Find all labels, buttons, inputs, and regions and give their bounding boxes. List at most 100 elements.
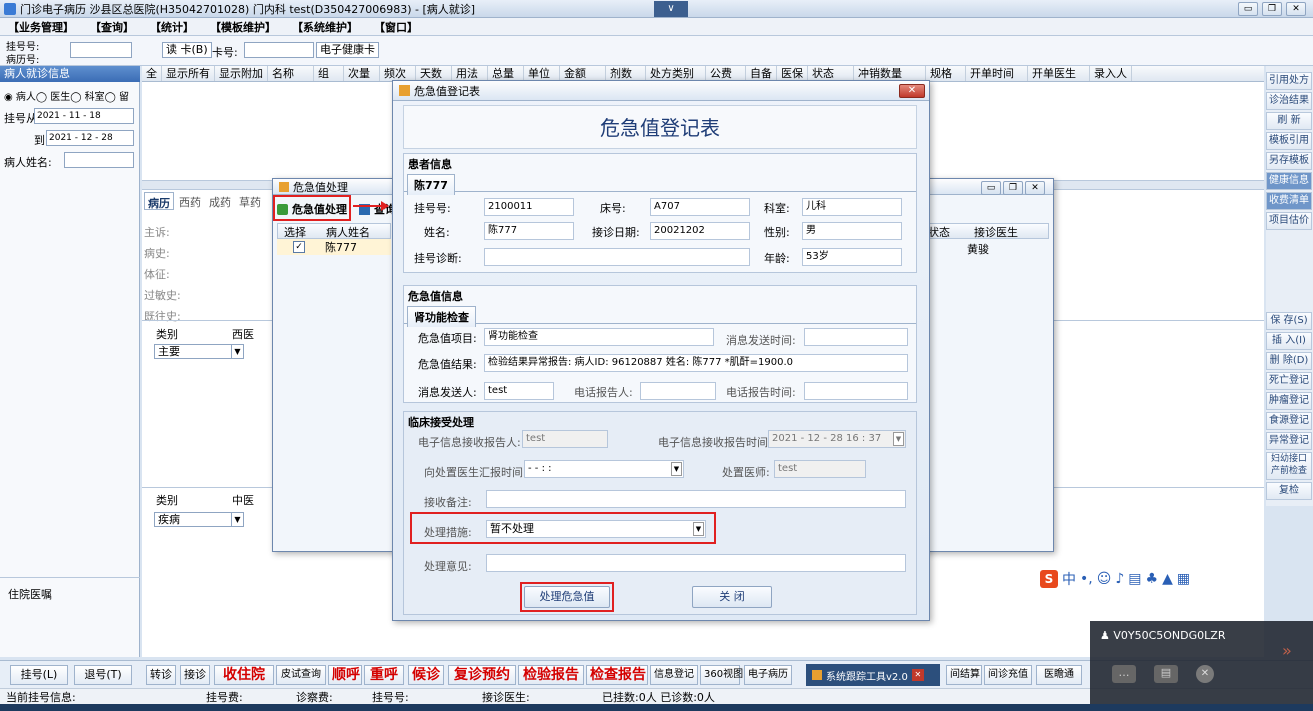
close-icon[interactable]: ✕: [899, 84, 925, 98]
skintest-button[interactable]: 皮试查询: [276, 665, 326, 685]
revisit-button[interactable]: 复诊预约: [448, 665, 516, 685]
phone-time-field[interactable]: [804, 382, 908, 400]
ime-toolbar[interactable]: S 中 •, ☺ ♪ ▤ ♣ ▲ ▦: [1040, 568, 1200, 590]
recv-time-field[interactable]: 2021 - 12 - 28 16 : 37 ▼: [768, 430, 906, 448]
col-all[interactable]: 全: [142, 66, 162, 81]
restore-button[interactable]: ❐: [1262, 2, 1282, 16]
minimize-button[interactable]: ▭: [1238, 2, 1258, 16]
save-button[interactable]: 保 存(S): [1266, 312, 1312, 330]
lab-report-button[interactable]: 检验报告: [518, 665, 584, 685]
close-button[interactable]: ✕: [1286, 2, 1306, 16]
exam-report-button[interactable]: 检查报告: [586, 665, 648, 685]
tcm-class-select[interactable]: 疾病 ▼: [154, 512, 244, 527]
diag-class-select[interactable]: 主要 ▼: [154, 344, 244, 359]
card-no-input[interactable]: [244, 42, 314, 58]
restore-button[interactable]: ❐: [1003, 181, 1023, 195]
diag-result-button[interactable]: 诊治结果: [1266, 92, 1312, 110]
patient-name-input[interactable]: [64, 152, 134, 168]
close-dialog-button[interactable]: 关 闭: [692, 586, 772, 608]
register-button[interactable]: 挂号(L): [10, 665, 68, 685]
row-checkbox[interactable]: ✓: [293, 241, 305, 253]
yizhan-button[interactable]: 医瞻通: [1036, 665, 1082, 685]
handle-doctor-field[interactable]: test: [774, 460, 866, 478]
menu-business[interactable]: 【业务管理】: [8, 19, 74, 35]
emoji-icon[interactable]: ☺: [1097, 571, 1112, 587]
reg-from-date[interactable]: 2021 - 11 - 18: [34, 108, 134, 124]
call-button[interactable]: 顺呼: [328, 665, 362, 685]
fee-list-button[interactable]: 收费清单: [1266, 192, 1312, 210]
close-icon[interactable]: ✕: [911, 669, 924, 681]
bed-field[interactable]: A707: [650, 198, 750, 216]
tools-icon[interactable]: ♣: [1146, 571, 1159, 587]
estimate-button[interactable]: 项目估价: [1266, 212, 1312, 230]
tab-patent[interactable]: 成药: [206, 192, 234, 210]
settle-button[interactable]: 间结算: [946, 665, 982, 685]
unregister-button[interactable]: 退号(T): [74, 665, 132, 685]
menu-stats[interactable]: 【统计】: [150, 19, 194, 35]
tab-western[interactable]: 西药: [176, 192, 204, 210]
grid-icon[interactable]: ▦: [1177, 571, 1190, 587]
menu-window[interactable]: 【窗口】: [374, 19, 418, 35]
process-grid-row[interactable]: ✓ 陈777: [277, 239, 391, 255]
close-icon[interactable]: ✕: [1196, 665, 1214, 683]
waiting-button[interactable]: 候诊: [408, 665, 444, 685]
health-info-button[interactable]: 健康信息: [1266, 172, 1312, 190]
recall-button[interactable]: 重呼: [364, 665, 404, 685]
chevron-right-icon[interactable]: »: [1282, 641, 1292, 660]
patient-tab[interactable]: 陈777: [407, 174, 455, 195]
sex-field[interactable]: 男: [802, 222, 902, 240]
opinion-field[interactable]: [486, 554, 906, 572]
reg-to-date[interactable]: 2021 - 12 - 28: [46, 130, 134, 146]
visit-date-field[interactable]: 20021202: [650, 222, 750, 240]
filter-radios[interactable]: ◉ 病人◯ 医生◯ 科室◯ 留: [4, 88, 129, 103]
insert-button[interactable]: 插 入(I): [1266, 332, 1312, 350]
menu-template[interactable]: 【模板维护】: [210, 19, 276, 35]
refresh-button[interactable]: 刷 新: [1266, 112, 1312, 130]
mic-icon[interactable]: ♪: [1115, 571, 1124, 587]
maternal-button[interactable]: 妇幼接口产前检查: [1266, 452, 1312, 480]
read-card-button[interactable]: 读 卡(B): [162, 42, 212, 58]
delete-button[interactable]: 删 除(D): [1266, 352, 1312, 370]
report-time-field[interactable]: - - : : ▼: [524, 460, 684, 478]
transfer-button[interactable]: 转诊: [146, 665, 176, 685]
reg-diag-field[interactable]: [484, 248, 750, 266]
punct-icon[interactable]: •,: [1080, 571, 1093, 587]
death-reg-button[interactable]: 死亡登记: [1266, 372, 1312, 390]
menu-query[interactable]: 【查询】: [90, 19, 134, 35]
template-cite-button[interactable]: 模板引用: [1266, 132, 1312, 150]
keyboard-icon[interactable]: ▤: [1128, 571, 1141, 587]
window-menu-chevron[interactable]: ∨: [654, 1, 688, 17]
dept-field[interactable]: 儿科: [802, 198, 902, 216]
tab-emr[interactable]: 病历: [144, 192, 174, 210]
ime-lang[interactable]: 中: [1062, 569, 1076, 589]
cite-rx-button[interactable]: 引用处方: [1266, 72, 1312, 90]
admit-button[interactable]: 收住院: [214, 665, 274, 685]
critical-tab[interactable]: 肾功能检查: [407, 306, 476, 327]
col-show-extra[interactable]: 显示附加: [215, 66, 268, 81]
food-reg-button[interactable]: 食源登记: [1266, 412, 1312, 430]
send-time-field[interactable]: [804, 328, 908, 346]
critical-item-field[interactable]: 肾功能检查: [484, 328, 714, 346]
phone-reporter-field[interactable]: [640, 382, 716, 400]
tumor-reg-button[interactable]: 肿瘤登记: [1266, 392, 1312, 410]
chat-icon[interactable]: …: [1112, 665, 1136, 683]
recharge-button[interactable]: 间诊充值: [984, 665, 1032, 685]
reg-no-input[interactable]: [70, 42, 132, 58]
health-card-button[interactable]: 电子健康卡: [316, 42, 379, 58]
col-show-all[interactable]: 显示所有: [162, 66, 215, 81]
sender-field[interactable]: test: [484, 382, 554, 400]
reg-no-field[interactable]: 2100011: [484, 198, 574, 216]
menu-system[interactable]: 【系统维护】: [292, 19, 358, 35]
tracker-tool[interactable]: 系统跟踪工具v2.0 ✕: [806, 664, 940, 686]
critical-result-field[interactable]: 检验结果异常报告: 病人ID: 96120887 姓名: 陈777 *肌酐=19…: [484, 354, 908, 372]
view360-button[interactable]: 360视图: [700, 665, 743, 685]
skin-icon[interactable]: ▲: [1162, 571, 1173, 587]
recv-field[interactable]: test: [522, 430, 608, 448]
close-button[interactable]: ✕: [1025, 181, 1045, 195]
age-field[interactable]: 53岁: [802, 248, 902, 266]
tab-herbal[interactable]: 草药: [236, 192, 264, 210]
name-field[interactable]: 陈777: [484, 222, 574, 240]
keyboard-icon[interactable]: ▤: [1154, 665, 1178, 683]
info-reg-button[interactable]: 信息登记: [650, 665, 698, 685]
save-template-button[interactable]: 另存模板: [1266, 152, 1312, 170]
